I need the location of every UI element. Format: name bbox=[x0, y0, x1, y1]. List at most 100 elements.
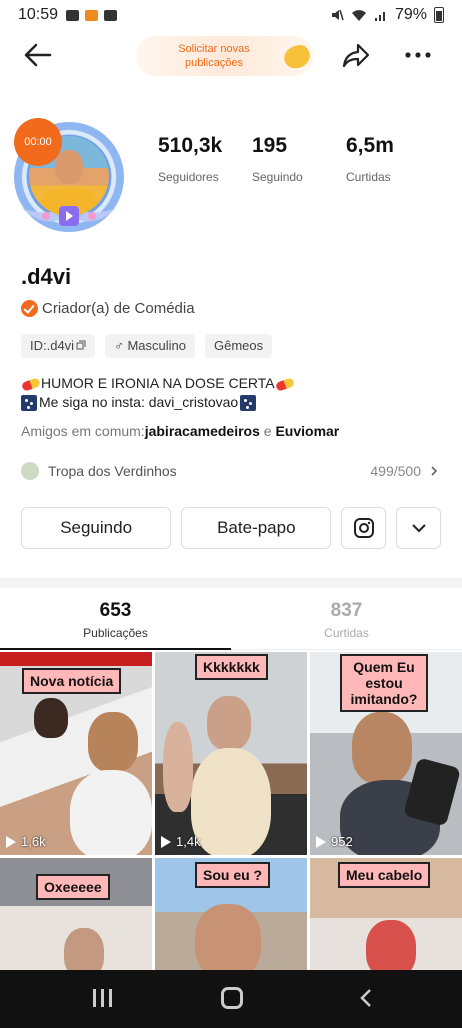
profile-tabs: 653 Publicações 837 Curtidas bbox=[0, 596, 462, 650]
play-icon bbox=[316, 835, 326, 848]
mutual-friends-prefix: Amigos em comum: bbox=[21, 423, 145, 439]
post-caption: Kkkkkkk bbox=[195, 654, 268, 680]
magazine-banner bbox=[0, 652, 152, 666]
instagram-icon bbox=[353, 518, 374, 538]
tab-label: Curtidas bbox=[324, 626, 369, 640]
id-tag[interactable]: ID:.d4vi bbox=[21, 334, 96, 358]
person-figure bbox=[70, 770, 152, 855]
video-notification-icon bbox=[66, 9, 80, 21]
stat-label: Curtidas bbox=[346, 170, 391, 184]
bio-line-1: HUMOR E IRONIA NA DOSE CERTA bbox=[21, 374, 295, 393]
post-thumbnail[interactable]: Sou eu ? bbox=[155, 858, 307, 978]
bio-line-2: Me siga no insta: davi_cristovao bbox=[21, 393, 295, 412]
wifi-icon bbox=[351, 10, 366, 21]
tab-label: Publicações bbox=[83, 626, 148, 640]
battery-percent: 79% bbox=[394, 6, 427, 23]
bio-text-2: Me siga no insta: davi_cristovao bbox=[39, 394, 239, 410]
status-time: 10:59 bbox=[18, 6, 59, 23]
person-figure bbox=[34, 698, 68, 738]
view-count: 952 bbox=[331, 834, 353, 849]
stat-likes[interactable]: 6,5m Curtidas bbox=[346, 134, 440, 184]
creator-category: Criador(a) de Comédia bbox=[21, 300, 195, 317]
play-icon bbox=[161, 835, 171, 848]
avatar[interactable]: 00:00 bbox=[10, 116, 128, 234]
gender-tag: ♂ Masculino bbox=[105, 334, 195, 358]
play-icon bbox=[6, 835, 16, 848]
stat-value: 510,3k bbox=[158, 134, 223, 157]
profile-header: 00:00 510,3k Seguidores 195 Seguindo 6,5… bbox=[0, 112, 462, 232]
post-views: 1,4k bbox=[161, 834, 201, 849]
instagram-button[interactable] bbox=[341, 507, 387, 549]
chevron-right-icon bbox=[431, 466, 438, 476]
person-figure bbox=[191, 748, 271, 855]
profile-stats: 510,3k Seguidores 195 Seguindo 6,5m Curt… bbox=[158, 134, 448, 184]
profile-username: .d4vi bbox=[21, 264, 72, 289]
signal-icon bbox=[374, 12, 385, 21]
group-count: 499/500 bbox=[370, 463, 421, 479]
active-tab-indicator bbox=[0, 648, 231, 650]
male-icon: ♂ bbox=[114, 338, 128, 353]
back-arrow-icon[interactable] bbox=[20, 38, 54, 72]
mutual-friend-2: Euviomar bbox=[275, 423, 340, 439]
person-figure bbox=[195, 904, 261, 978]
avatar-face bbox=[55, 150, 83, 184]
view-count: 1,4k bbox=[176, 834, 201, 849]
app-notification-icon bbox=[85, 9, 99, 21]
zodiac-tag: Gêmeos bbox=[204, 334, 273, 358]
mutual-friend-1: jabiracamedeiros bbox=[144, 423, 260, 439]
pill-emoji-icon bbox=[21, 376, 41, 392]
post-caption: Quem Eu estou imitando? bbox=[340, 654, 428, 712]
post-views: 1,6k bbox=[6, 834, 46, 849]
post-thumbnail[interactable]: Oxeeeee bbox=[0, 858, 152, 978]
post-caption: Nova notícia bbox=[22, 668, 122, 694]
pill-emoji-icon bbox=[274, 376, 295, 392]
post-thumbnail[interactable]: Quem Eu estou imitando? 952 bbox=[310, 652, 462, 855]
top-bar: Solicitar novas publicações bbox=[0, 30, 462, 80]
bio-text-1: HUMOR E IRONIA NA DOSE CERTA bbox=[41, 375, 275, 391]
stat-followers[interactable]: 510,3k Seguidores bbox=[158, 134, 252, 184]
tab-likes[interactable]: 837 Curtidas bbox=[231, 596, 462, 649]
stat-value: 195 bbox=[252, 134, 288, 157]
tab-count: 837 bbox=[330, 600, 363, 621]
post-thumbnail[interactable]: Nova notícia 1,6k bbox=[0, 652, 152, 855]
avatar-wings-decoration bbox=[22, 206, 116, 226]
post-thumbnail[interactable]: Meu cabelo bbox=[310, 858, 462, 978]
notification-icons bbox=[66, 9, 118, 21]
post-caption: Oxeeeee bbox=[36, 874, 110, 900]
mutual-friends-and: e bbox=[259, 423, 276, 439]
view-count: 1,6k bbox=[21, 834, 46, 849]
request-new-posts-button[interactable]: Solicitar novas publicações bbox=[136, 36, 314, 76]
person-figure bbox=[88, 712, 138, 772]
person-figure bbox=[207, 696, 251, 750]
post-thumbnail[interactable]: Kkkkkkk 1,4k bbox=[155, 652, 307, 855]
message-notification-icon bbox=[104, 9, 118, 21]
fan-group-row[interactable]: Tropa dos Verdinhos 499/500 bbox=[21, 460, 441, 482]
share-icon[interactable] bbox=[340, 39, 372, 71]
more-options-icon[interactable] bbox=[402, 39, 434, 71]
gender-label: Masculino bbox=[127, 338, 186, 353]
nav-back-icon[interactable] bbox=[356, 987, 378, 1009]
chevron-down-icon bbox=[411, 524, 426, 533]
expand-button[interactable] bbox=[396, 507, 441, 549]
verified-creator-icon bbox=[21, 300, 38, 317]
stat-label: Seguindo bbox=[252, 170, 303, 184]
home-icon[interactable] bbox=[221, 987, 243, 1009]
recent-apps-icon[interactable] bbox=[93, 989, 115, 1007]
battery-icon bbox=[434, 7, 444, 23]
person-figure bbox=[352, 712, 412, 784]
status-bar: 10:59 79% bbox=[0, 0, 462, 30]
following-button[interactable]: Seguindo bbox=[21, 507, 172, 549]
mutual-friends[interactable]: Amigos em comum:jabiracamedeiros e Euvio… bbox=[21, 423, 339, 439]
post-caption: Sou eu ? bbox=[195, 862, 271, 888]
stat-following[interactable]: 195 Seguindo bbox=[252, 134, 346, 184]
night-sky-emoji-icon bbox=[240, 395, 257, 412]
chat-button[interactable]: Bate-papo bbox=[181, 507, 332, 549]
live-timer-badge: 00:00 bbox=[14, 118, 62, 166]
system-navigation-bar bbox=[0, 970, 462, 1028]
mute-icon bbox=[331, 9, 344, 21]
tab-count: 653 bbox=[99, 600, 132, 621]
tab-posts[interactable]: 653 Publicações bbox=[0, 596, 231, 649]
post-caption: Meu cabelo bbox=[338, 862, 431, 888]
hand-figure bbox=[163, 722, 193, 812]
posts-grid: Nova notícia 1,6k Kkkkkkk 1,4k Quem Eu e… bbox=[0, 652, 462, 978]
